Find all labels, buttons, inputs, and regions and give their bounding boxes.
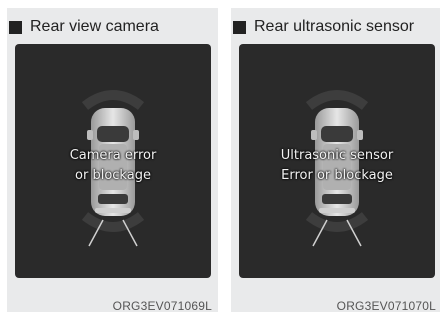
- figure-code: ORG3EV071069L: [112, 299, 212, 313]
- square-bullet-icon: [9, 20, 22, 34]
- figure-code: ORG3EV071070L: [336, 299, 436, 313]
- error-message-line1: Ultrasonic sensor: [280, 148, 394, 163]
- panel-title: Rear view camera: [9, 16, 159, 38]
- error-message: Ultrasonic sensor Error or blockage: [239, 146, 435, 186]
- panel-title: Rear ultrasonic sensor: [233, 16, 414, 38]
- display-screen: Camera error or blockage: [15, 44, 211, 278]
- display-screen: Ultrasonic sensor Error or blockage: [239, 44, 435, 278]
- square-bullet-icon: [233, 20, 246, 34]
- panel-title-text: Rear ultrasonic sensor: [254, 18, 415, 35]
- rear-view-camera-panel: Rear view camera Camera error or blockag…: [7, 8, 218, 313]
- error-message-line2: or blockage: [75, 168, 151, 183]
- panel-title-text: Rear view camera: [30, 18, 159, 35]
- error-message-line2: Error or blockage: [281, 168, 393, 183]
- error-message: Camera error or blockage: [15, 146, 211, 186]
- error-message-line1: Camera error: [69, 148, 157, 163]
- rear-ultrasonic-sensor-panel: Rear ultrasonic sensor Ultrasonic sensor…: [231, 8, 440, 313]
